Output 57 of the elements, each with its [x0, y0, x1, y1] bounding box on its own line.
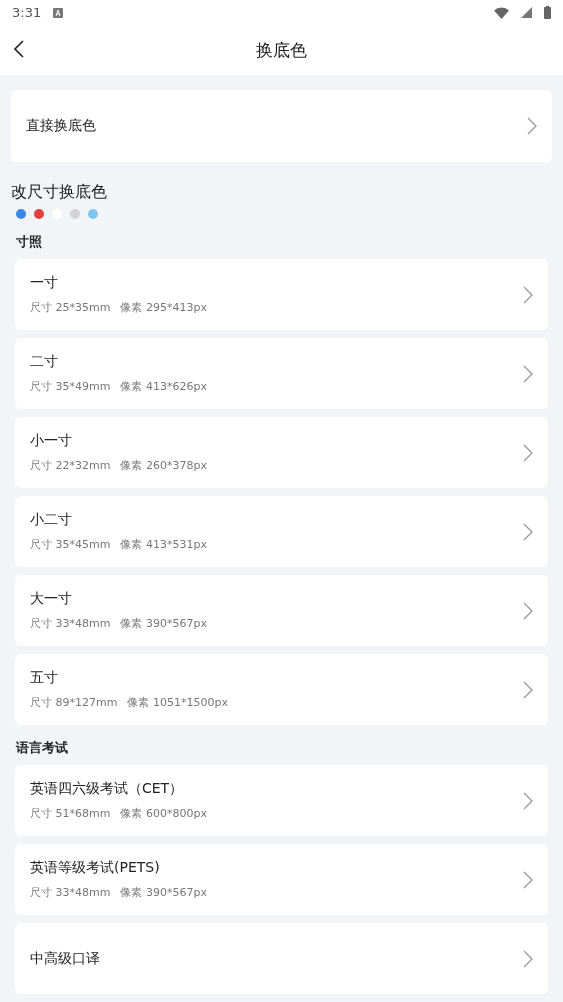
size-name: 一寸 [30, 274, 59, 292]
size-pixels: 像素 413*626px [120, 379, 207, 394]
size-name: 英语四六级考试（CET） [30, 780, 185, 798]
size-option-card[interactable]: 一寸 尺寸 25*35mm 像素 295*413px [15, 259, 548, 330]
notification-icon [53, 7, 64, 18]
size-dimensions: 尺寸 89*127mm [30, 695, 118, 710]
chevron-right-icon [523, 285, 533, 304]
chevron-right-icon [523, 364, 533, 383]
size-option-card[interactable]: 小二寸 尺寸 35*45mm 像素 413*531px [15, 496, 548, 567]
size-pixels: 像素 413*531px [120, 537, 207, 552]
size-option-card[interactable]: 二寸 尺寸 35*49mm 像素 413*626px [15, 338, 548, 409]
chevron-right-icon [523, 791, 533, 810]
size-pixels: 像素 295*413px [120, 300, 207, 315]
direct-option-card[interactable]: 直接换底色 [11, 90, 552, 162]
chevron-right-icon [527, 117, 537, 135]
group-title: 寸照 [16, 233, 43, 251]
size-pixels: 像素 390*567px [120, 616, 207, 631]
size-pixels: 像素 390*567px [120, 885, 207, 900]
battery-icon [544, 6, 551, 19]
size-dimensions: 尺寸 51*68mm [30, 806, 111, 821]
status-time: 3:31 [12, 5, 42, 20]
size-dimensions: 尺寸 35*49mm [30, 379, 111, 394]
size-name: 五寸 [30, 669, 59, 687]
signal-icon [521, 7, 532, 18]
size-option-card[interactable]: 中高级口译 [15, 923, 548, 994]
size-name: 大一寸 [30, 590, 73, 608]
chevron-right-icon [523, 522, 533, 541]
page-title: 换底色 [256, 38, 307, 62]
size-dimensions: 尺寸 22*32mm [30, 458, 111, 473]
size-option-card[interactable]: 大一寸 尺寸 33*48mm 像素 390*567px [15, 575, 548, 646]
size-name: 二寸 [30, 353, 59, 371]
size-option-card[interactable]: 小一寸 尺寸 22*32mm 像素 260*378px [15, 417, 548, 488]
group-title: 语言考试 [16, 739, 69, 757]
chevron-right-icon [523, 601, 533, 620]
chevron-right-icon [523, 680, 533, 699]
size-name: 英语等级考试(PETS) [30, 859, 161, 877]
chevron-right-icon [523, 443, 533, 462]
size-name: 小二寸 [30, 511, 73, 529]
size-dimensions: 尺寸 25*35mm [30, 300, 111, 315]
chevron-right-icon [523, 949, 533, 968]
size-dimensions: 尺寸 35*45mm [30, 537, 111, 552]
option-label: 直接换底色 [26, 117, 97, 135]
chevron-right-icon [523, 870, 533, 889]
wifi-icon [494, 6, 509, 19]
back-icon [14, 40, 24, 58]
size-option-card[interactable]: 英语四六级考试（CET） 尺寸 51*68mm 像素 600*800px [15, 765, 548, 836]
size-name: 中高级口译 [30, 949, 101, 968]
size-dimensions: 尺寸 33*48mm [30, 885, 111, 900]
back-button[interactable] [12, 38, 26, 60]
size-option-card[interactable]: 五寸 尺寸 89*127mm 像素 1051*1500px [15, 654, 548, 725]
size-name: 小一寸 [30, 432, 73, 450]
size-pixels: 像素 600*800px [120, 806, 207, 821]
size-pixels: 像素 1051*1500px [127, 695, 228, 710]
size-pixels: 像素 260*378px [120, 458, 207, 473]
section-title: 改尺寸换底色 [11, 182, 108, 203]
size-option-card[interactable]: 英语等级考试(PETS) 尺寸 33*48mm 像素 390*567px [15, 844, 548, 915]
size-dimensions: 尺寸 33*48mm [30, 616, 111, 631]
